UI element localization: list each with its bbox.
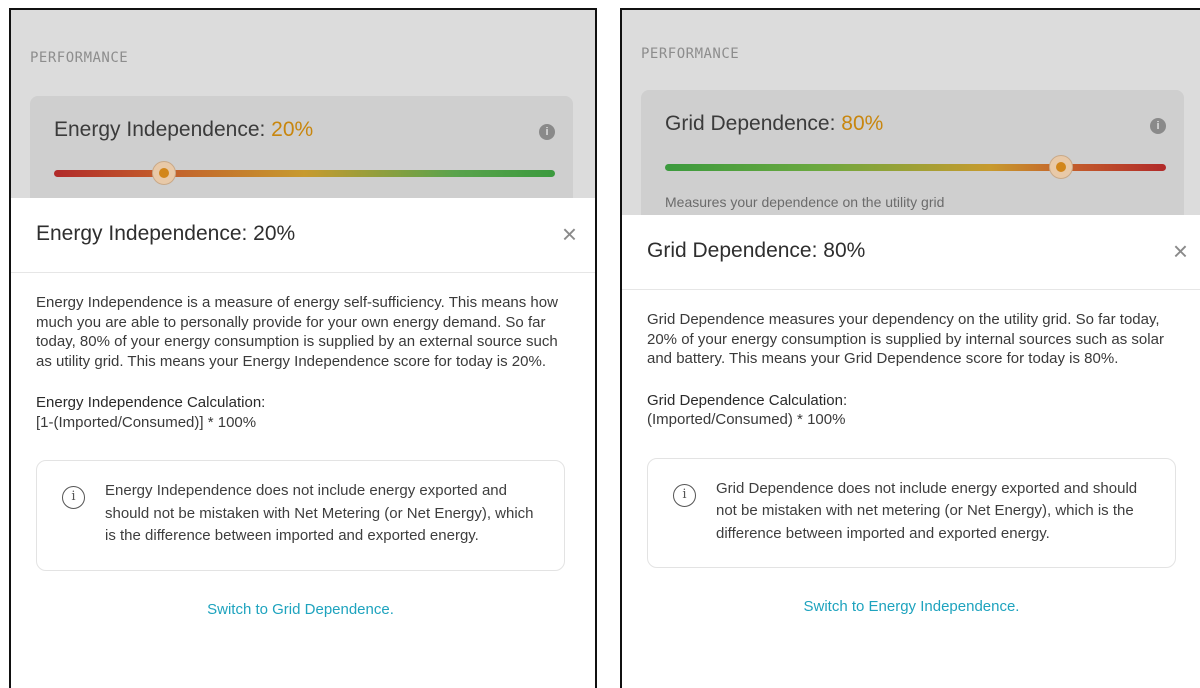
background-overlay: PERFORMANCE Grid Dependence: 80% i Measu… bbox=[622, 10, 1200, 250]
modal-title: Energy Independence: 20% bbox=[36, 222, 296, 245]
modal-body: Energy Independence is a measure of ener… bbox=[11, 273, 595, 618]
calculation-title: Grid Dependence Calculation: bbox=[647, 391, 848, 409]
note-box: i Grid Dependence does not include energ… bbox=[647, 457, 1176, 568]
background-overlay: PERFORMANCE Energy Independence: 20% i bbox=[11, 10, 595, 256]
independence-meter bbox=[54, 161, 555, 185]
meter-thumb bbox=[152, 161, 177, 185]
info-icon[interactable]: i bbox=[1150, 118, 1166, 134]
switch-to-energy-independence-link[interactable]: Switch to Energy Independence. bbox=[647, 598, 1176, 615]
note-text: Energy Independence does not include ene… bbox=[105, 482, 534, 544]
note-box: i Energy Independence does not include e… bbox=[36, 460, 565, 571]
calculation-formula: (Imported/Consumed) * 100% bbox=[647, 411, 846, 428]
info-modal: Grid Dependence: 80% × Grid Dependence m… bbox=[622, 215, 1200, 688]
metric-percent: 80% bbox=[841, 112, 884, 135]
info-circle-icon: i bbox=[673, 483, 696, 507]
close-icon[interactable]: × bbox=[562, 221, 577, 247]
metric-percent: 20% bbox=[271, 118, 314, 141]
close-icon[interactable]: × bbox=[1173, 238, 1188, 264]
note-text: Grid Dependence does not include energy … bbox=[716, 479, 1138, 542]
grid-dependence-screen: PERFORMANCE Grid Dependence: 80% i Measu… bbox=[620, 8, 1200, 688]
info-icon[interactable]: i bbox=[539, 124, 555, 140]
metric-title: Grid Dependence: 80% bbox=[665, 112, 883, 136]
modal-header: Energy Independence: 20% × bbox=[11, 198, 595, 273]
calculation-formula: [1-(Imported/Consumed)] * 100% bbox=[36, 413, 257, 431]
info-circle-icon: i bbox=[62, 486, 85, 509]
metric-name: Energy Independence: bbox=[54, 118, 272, 141]
metric-name: Grid Dependence: bbox=[665, 112, 842, 135]
meter-thumb bbox=[1048, 155, 1073, 179]
meter-caption: Measures your dependence on the utility … bbox=[665, 194, 945, 210]
energy-independence-screen: PERFORMANCE Energy Independence: 20% i E… bbox=[9, 8, 597, 688]
calculation-block: Grid Dependence Calculation: (Imported/C… bbox=[647, 391, 1176, 430]
modal-title: Grid Dependence: 80% bbox=[647, 239, 866, 262]
modal-description: Energy Independence is a measure of ener… bbox=[36, 294, 558, 370]
metric-title: Energy Independence: 20% bbox=[54, 118, 313, 142]
calculation-title: Energy Independence Calculation: bbox=[36, 394, 266, 411]
modal-body: Grid Dependence measures your dependency… bbox=[622, 290, 1200, 615]
modal-header: Grid Dependence: 80% × bbox=[622, 215, 1200, 290]
switch-to-grid-dependence-link[interactable]: Switch to Grid Dependence. bbox=[36, 601, 565, 618]
modal-description: Grid Dependence measures your dependency… bbox=[647, 311, 1164, 367]
section-label: PERFORMANCE bbox=[641, 46, 740, 62]
calculation-block: Energy Independence Calculation: [1-(Imp… bbox=[36, 393, 565, 432]
info-modal: Energy Independence: 20% × Energy Indepe… bbox=[11, 198, 595, 688]
section-label: PERFORMANCE bbox=[30, 50, 129, 66]
dependence-meter bbox=[665, 155, 1166, 179]
